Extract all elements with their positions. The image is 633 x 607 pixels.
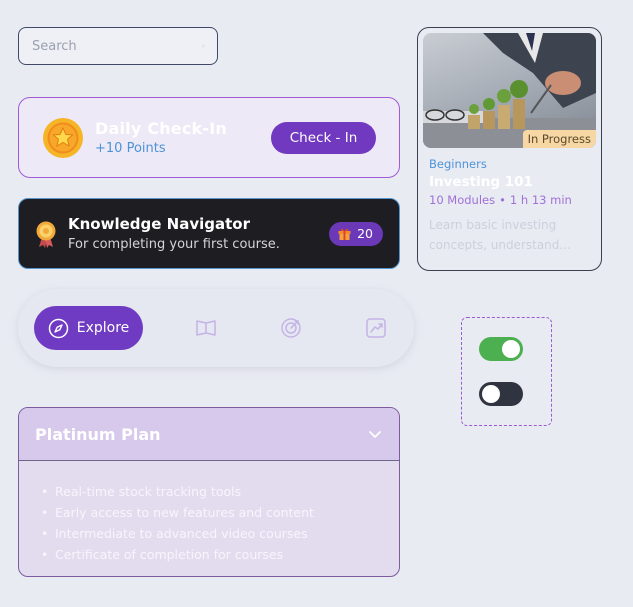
reward-badge: 20	[329, 221, 383, 246]
checkin-points: +10 Points	[95, 141, 166, 156]
compass-icon	[48, 318, 68, 338]
plan-feature: • Certificate of completion for courses	[41, 547, 284, 562]
search-icon[interactable]	[202, 37, 205, 55]
plan-header[interactable]: Platinum Plan	[19, 408, 399, 461]
course-duration: 1 h 13 min	[509, 193, 572, 207]
plan-feature: • Real-time stock tracking tools	[41, 484, 242, 499]
course-title: Investing 101	[429, 174, 533, 190]
toggle-knob	[502, 340, 520, 358]
course-card[interactable]: In Progress Beginners Investing 101 10 M…	[417, 27, 602, 271]
target-icon[interactable]	[280, 317, 302, 339]
checkin-title: Daily Check-In	[95, 119, 227, 138]
plan-feature: • Intermediate to advanced video courses	[41, 526, 308, 541]
achievement-card: Knowledge Navigator For completing your …	[18, 198, 400, 269]
nav-explore-label: Explore	[76, 320, 130, 336]
chart-icon[interactable]	[365, 317, 387, 339]
plan-accordion: Platinum Plan • Real-time stock tracking …	[18, 407, 400, 577]
daily-checkin-card: Daily Check-In +10 Points Check - In	[18, 97, 400, 178]
plan-features: • Real-time stock tracking tools • Early a…	[19, 461, 399, 565]
bottom-nav: Explore	[18, 289, 414, 367]
course-description: Learn basic investing concepts, understa…	[429, 218, 571, 252]
plan-feature: • Early access to new features and conten…	[41, 505, 314, 520]
star-medal-icon	[43, 117, 83, 158]
search-input[interactable]	[32, 38, 202, 54]
achievement-title: Knowledge Navigator	[68, 215, 250, 233]
status-badge: In Progress	[522, 130, 596, 148]
reward-count: 20	[357, 226, 373, 241]
checkin-button[interactable]: Check - In	[271, 121, 376, 154]
search-bar[interactable]	[18, 27, 218, 65]
toggle-knob	[482, 385, 500, 403]
plan-title: Platinum Plan	[35, 424, 161, 444]
toggle-switch-off[interactable]	[479, 382, 523, 406]
course-level: Beginners	[429, 157, 487, 171]
award-badge-icon	[36, 221, 56, 248]
chevron-down-icon[interactable]	[368, 427, 382, 441]
book-icon[interactable]	[195, 317, 217, 339]
gift-icon	[338, 228, 351, 240]
course-thumbnail: In Progress	[423, 33, 596, 148]
toggle-switch-on[interactable]	[479, 337, 523, 361]
course-meta: 10 Modules • 1 h 13 min	[429, 193, 572, 207]
nav-item-explore[interactable]: Explore	[34, 306, 143, 350]
course-modules: 10 Modules	[429, 193, 496, 207]
toggle-group	[461, 317, 552, 426]
achievement-description: For completing your first course.	[68, 237, 280, 252]
